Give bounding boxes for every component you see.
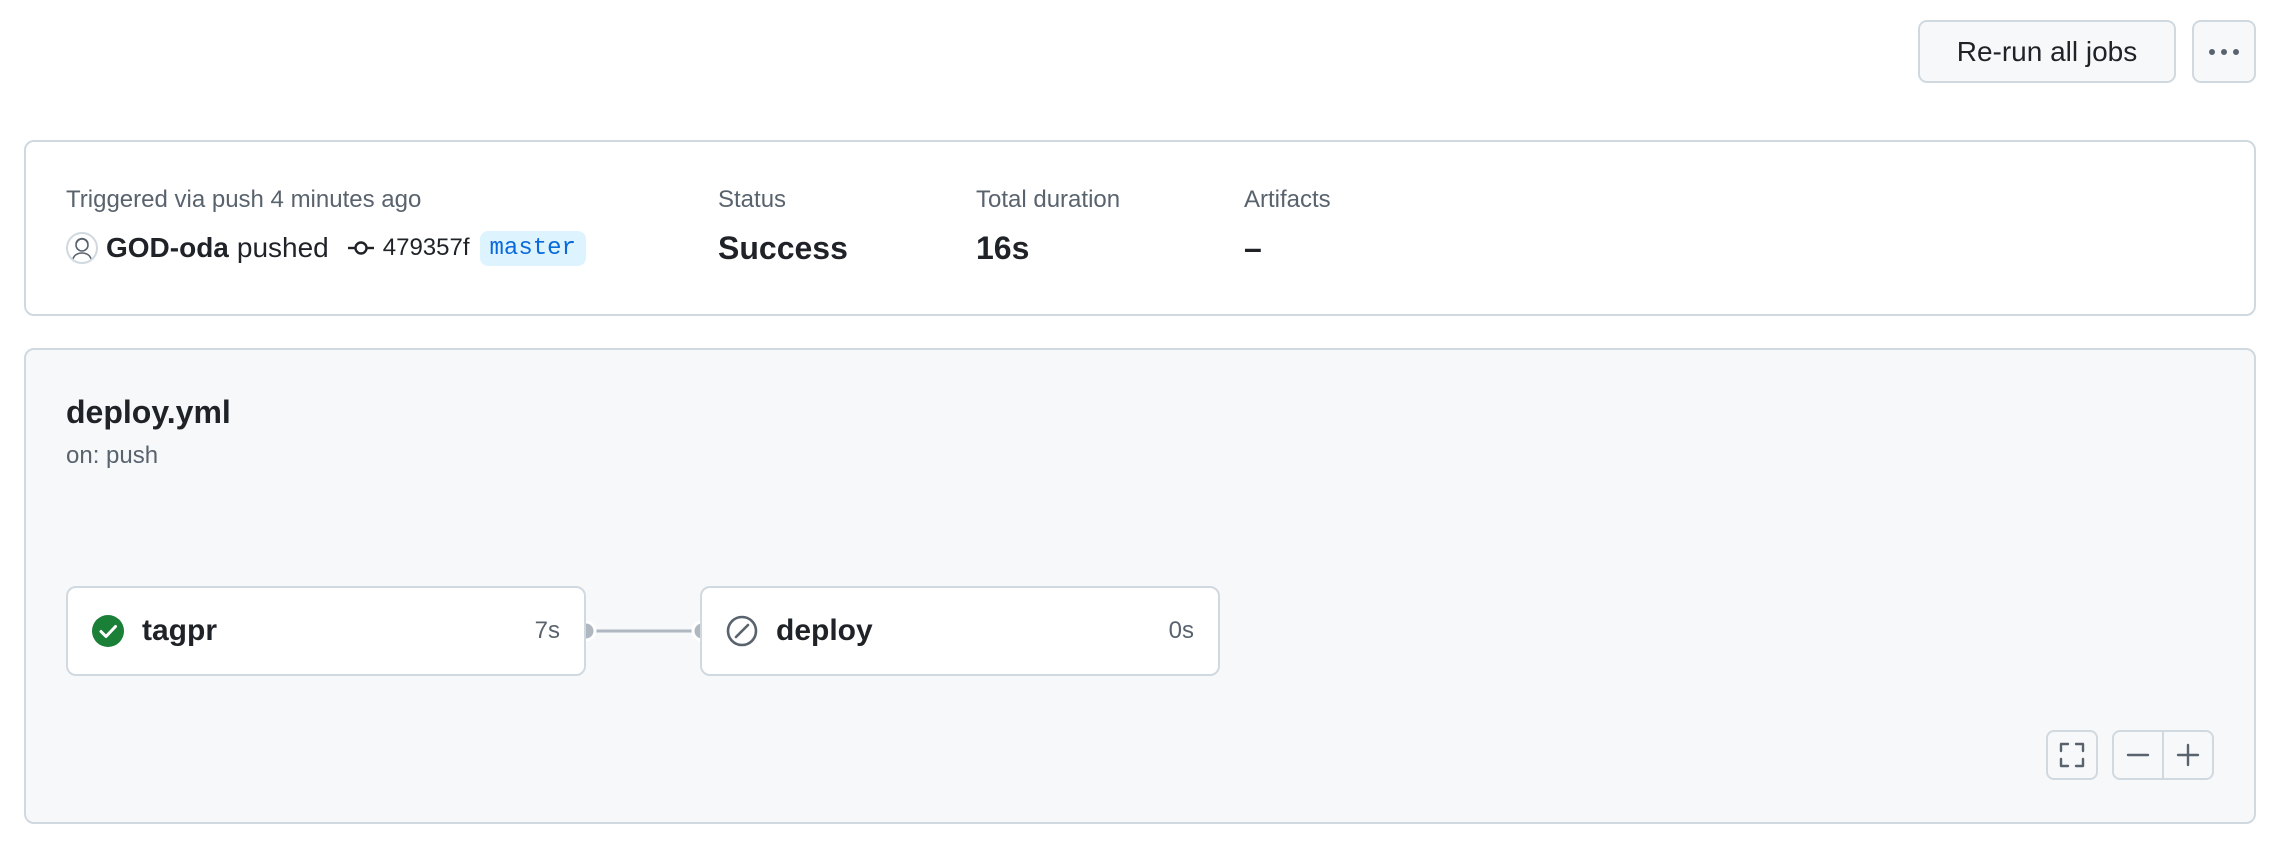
- check-circle-fill-icon: [92, 615, 124, 647]
- workflow-file-name: deploy.yml: [66, 394, 231, 430]
- total-duration-label: Total duration: [976, 186, 1121, 213]
- job-duration: 0s: [1168, 617, 1194, 644]
- actor-link[interactable]: GOD-oda: [106, 232, 229, 264]
- workflow-graph: deploy.yml on: push tagpr 7s deploy 0s: [24, 348, 2256, 824]
- trigger-text: Triggered via push 4 minutes ago: [66, 186, 422, 213]
- artifacts-label: Artifacts: [1244, 186, 1331, 213]
- run-summary-card: Triggered via push 4 minutes ago GOD-oda…: [24, 140, 2256, 316]
- dash-icon: [2126, 753, 2150, 757]
- status-value: Success: [718, 230, 848, 266]
- kebab-horizontal-icon: [2209, 48, 2239, 55]
- avatar-icon: [72, 237, 92, 260]
- zoom-in-button[interactable]: [2162, 730, 2214, 780]
- workflow-run-page: Re-run all jobs Triggered via push 4 min…: [0, 0, 2274, 852]
- branch-badge[interactable]: master: [479, 230, 586, 266]
- push-info: GOD-oda pushed 479357f master: [66, 228, 586, 268]
- screen-full-icon: [2059, 742, 2085, 768]
- zoom-out-button[interactable]: [2112, 730, 2164, 780]
- job-name: deploy: [776, 614, 873, 647]
- rerun-all-jobs-button[interactable]: Re-run all jobs: [1918, 20, 2176, 83]
- job-card-tagpr[interactable]: tagpr 7s: [66, 586, 586, 676]
- artifacts-value: –: [1244, 230, 1262, 266]
- fullscreen-button[interactable]: [2046, 730, 2098, 780]
- rerun-all-jobs-label: Re-run all jobs: [1956, 35, 2138, 67]
- status-label: Status: [718, 186, 787, 213]
- skip-icon: [726, 615, 758, 647]
- commit-sha-link[interactable]: 479357f: [383, 234, 470, 262]
- job-duration: 7s: [534, 617, 560, 644]
- workflow-trigger: on: push: [66, 442, 159, 469]
- job-name: tagpr: [142, 614, 217, 647]
- action-text: pushed: [236, 232, 329, 263]
- more-options-button[interactable]: [2192, 20, 2256, 83]
- job-card-deploy[interactable]: deploy 0s: [700, 586, 1220, 676]
- plus-icon: [2176, 743, 2200, 767]
- git-commit-icon: [347, 241, 374, 255]
- total-duration-value: 16s: [976, 230, 1030, 266]
- avatar[interactable]: [66, 232, 98, 264]
